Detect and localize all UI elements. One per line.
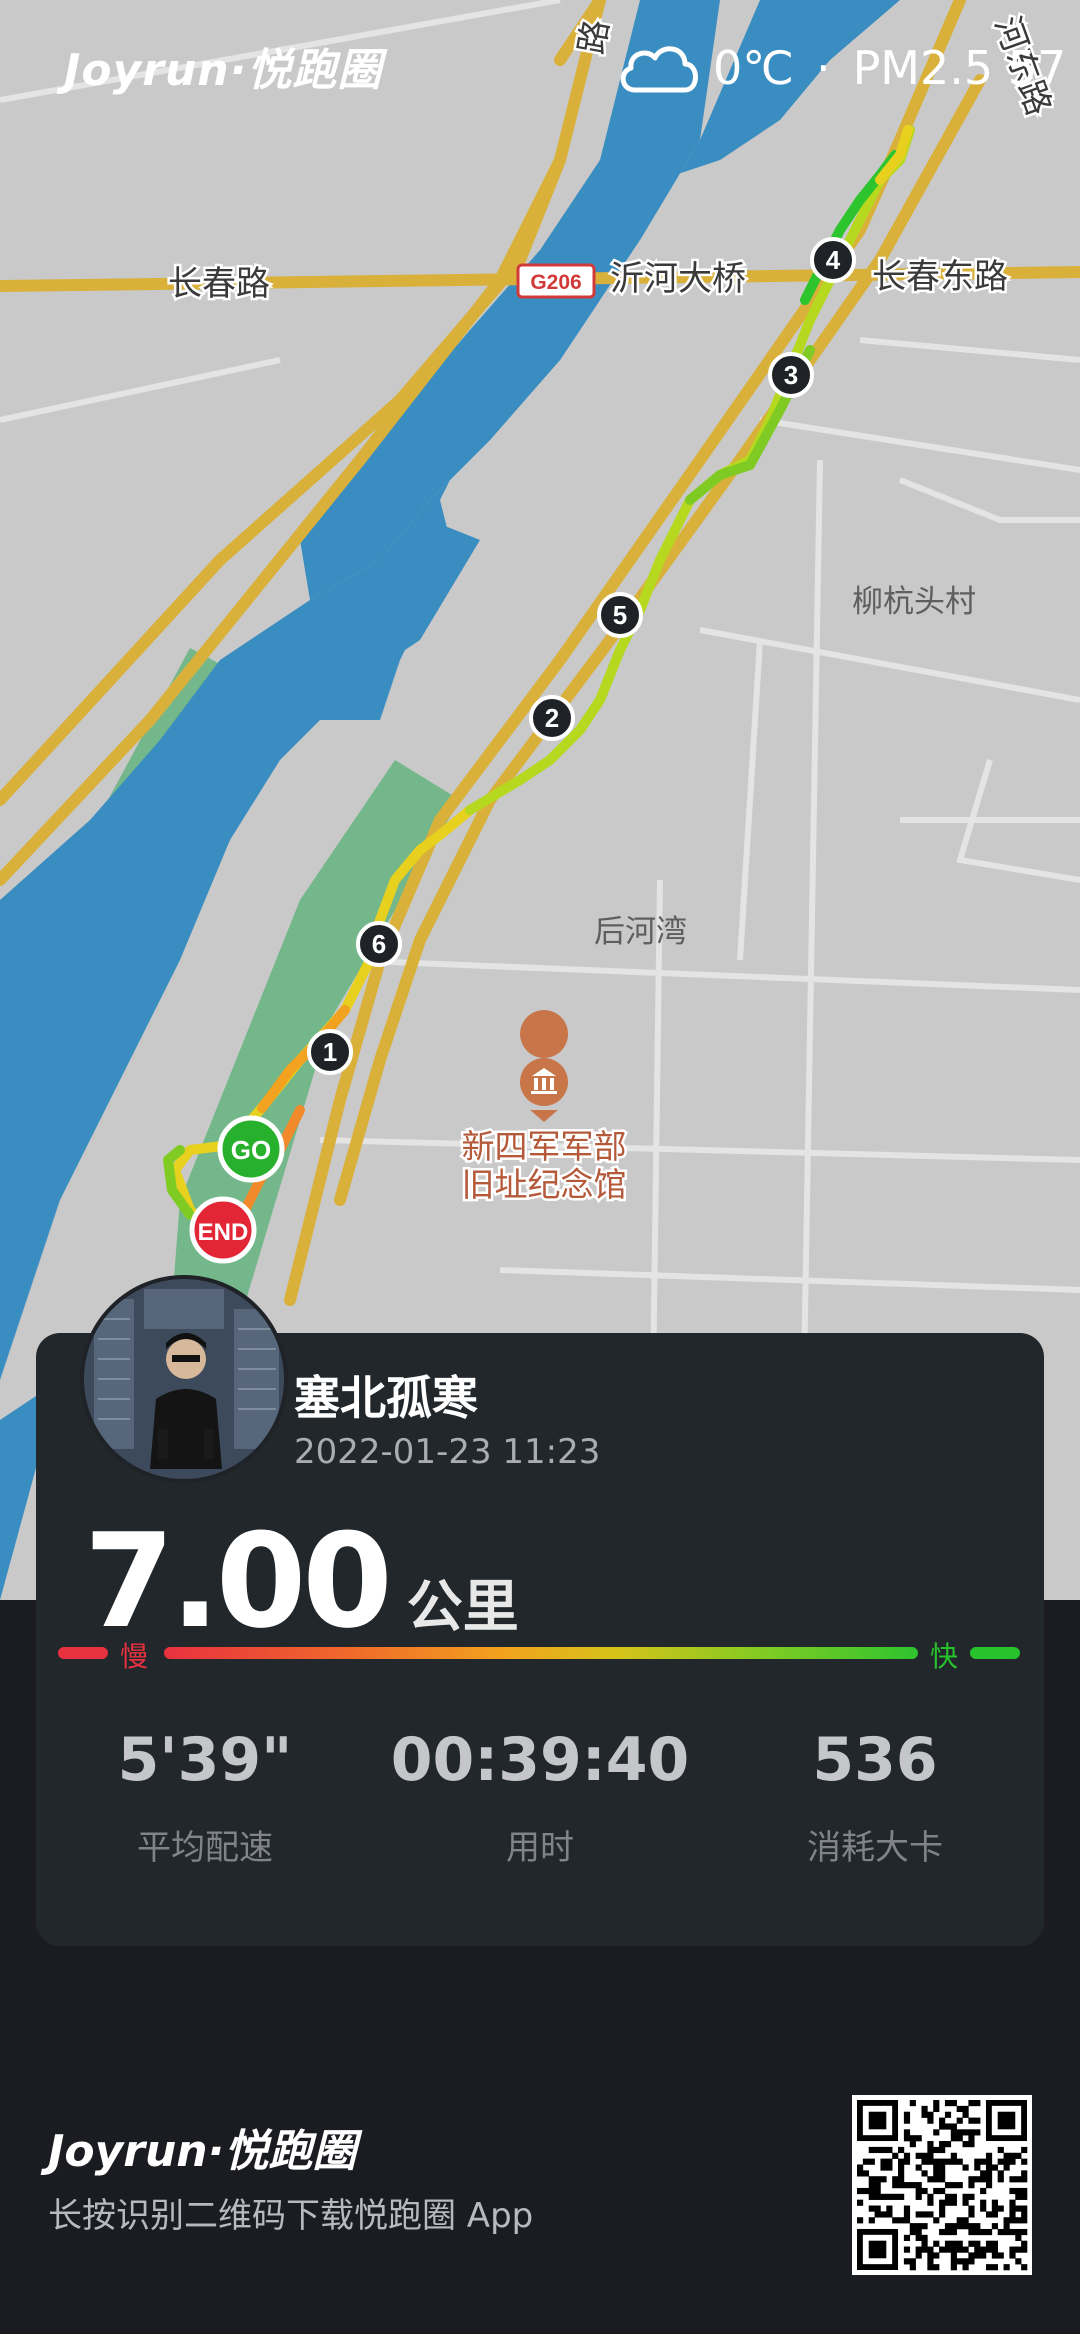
pace-gradient-segment — [164, 1647, 918, 1659]
km-marker-2[interactable]: 2 — [529, 695, 575, 741]
museum-label-line2: 旧址纪念馆 — [462, 1165, 627, 1204]
village-label-liuhang: 柳杭头村 — [852, 584, 976, 620]
run-datetime: 2022-01-23 11:23 — [294, 1432, 601, 1472]
weather-info: 0℃ · PM2.5 57 — [615, 36, 1066, 100]
km-marker-5[interactable]: 5 — [597, 592, 643, 638]
stat-label: 消耗大卡 — [807, 1828, 943, 1868]
km-marker-6[interactable]: 6 — [356, 921, 402, 967]
brand-logo: Joyrun·悦跑圈 — [64, 45, 383, 96]
km-marker-1[interactable]: 1 — [307, 1029, 353, 1075]
svg-text:GO: GO — [231, 1135, 271, 1165]
temperature-text: 0℃ — [713, 41, 794, 95]
footer-brand-logo: Joyrun·悦跑圈 — [48, 2126, 357, 2177]
pace-fast-label: 快 — [930, 1640, 959, 1673]
stat-label: 平均配速 — [137, 1828, 273, 1868]
museum-label-line1: 新四军军部 — [462, 1127, 627, 1166]
highway-badge: G206 — [530, 271, 581, 294]
svg-text:4: 4 — [826, 245, 841, 275]
stat-value: 5'39" — [117, 1725, 293, 1795]
distance-display: 7.00 公里 — [84, 1505, 519, 1657]
km-marker-3[interactable]: 3 — [768, 352, 814, 398]
pace-slow-segment — [58, 1647, 108, 1659]
stat-duration: 00:39:40 用时 — [375, 1720, 705, 1869]
weather-separator: · — [815, 41, 831, 95]
avatar[interactable] — [80, 1275, 288, 1483]
bridge-label: 沂河大桥 — [610, 259, 746, 299]
road-label-changchun: 长春路 — [168, 264, 270, 304]
svg-text:END: END — [198, 1219, 249, 1246]
stat-calories: 536 消耗大卡 — [710, 1720, 1040, 1869]
svg-text:6: 6 — [372, 929, 386, 959]
top-bar: Joyrun·悦跑圈 0℃ · PM2.5 57 — [0, 0, 1080, 140]
pace-slow-label: 慢 — [120, 1640, 149, 1673]
avatar-photo — [84, 1279, 284, 1479]
road-label-changchun-east: 长春东路 — [872, 257, 1008, 297]
stat-value: 536 — [812, 1725, 938, 1795]
qr-code-pattern — [857, 2100, 1028, 2271]
svg-text:2: 2 — [545, 703, 559, 733]
cloud-icon — [620, 46, 698, 93]
km-marker-4[interactable]: 4 — [810, 237, 856, 283]
stat-avg-pace: 5'39" 平均配速 — [40, 1720, 370, 1869]
svg-text:5: 5 — [613, 600, 627, 630]
distance-unit: 公里 — [406, 1575, 519, 1640]
pace-legend-bar — [58, 1647, 1020, 1661]
stat-value: 00:39:40 — [390, 1725, 690, 1795]
stat-label: 用时 — [506, 1828, 574, 1868]
runner-name: 塞北孤寒 — [294, 1371, 478, 1425]
download-hint: 长按识别二维码下载悦跑圈 App — [48, 2196, 534, 2236]
village-label-houhe: 后河湾 — [594, 914, 687, 950]
svg-text:1: 1 — [323, 1037, 337, 1067]
svg-text:3: 3 — [784, 360, 798, 390]
end-marker[interactable]: END — [189, 1196, 257, 1264]
aqi-text: PM2.5 57 — [852, 41, 1067, 95]
pace-fast-segment — [970, 1647, 1020, 1659]
start-marker[interactable]: GO — [217, 1115, 285, 1183]
qr-code-icon[interactable] — [852, 2095, 1032, 2275]
